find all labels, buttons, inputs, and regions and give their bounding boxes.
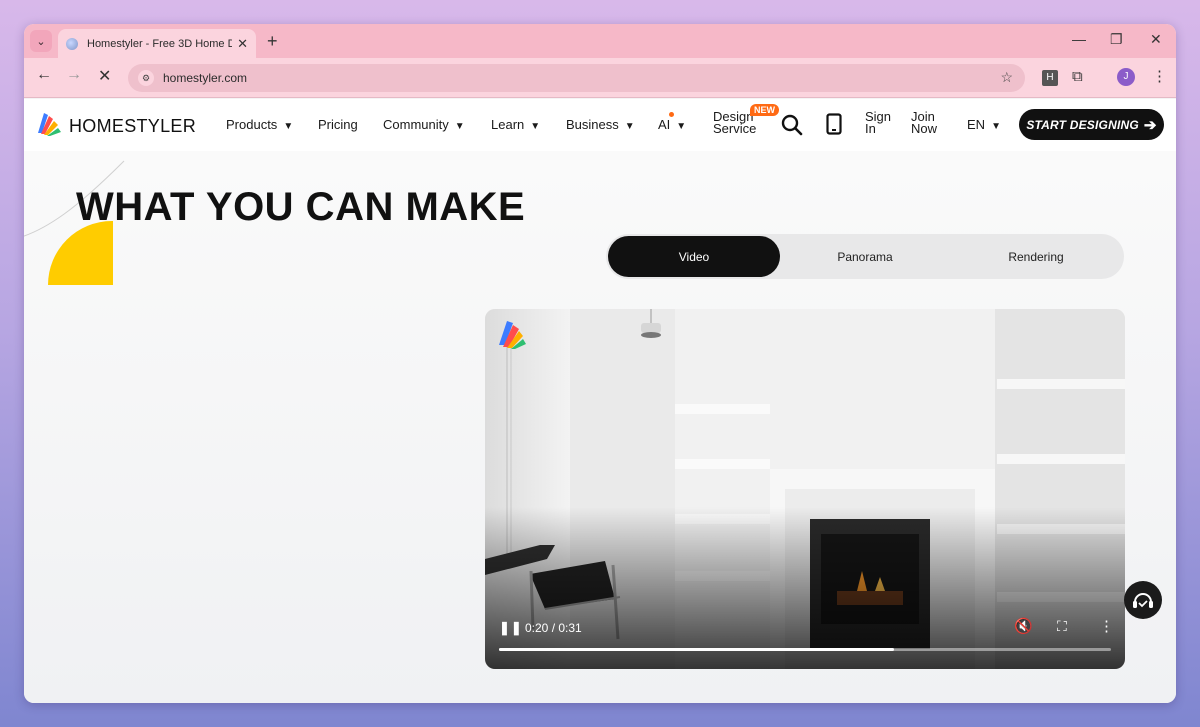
browser-toolbar: ← → ✕ ⚙ homestyler.com ☆ H ⧉ J ⋮ xyxy=(24,58,1176,98)
bookmark-star-icon[interactable]: ☆ xyxy=(1000,69,1013,86)
chevron-down-icon: ▼ xyxy=(676,121,687,132)
language-label: EN xyxy=(967,117,986,132)
nav-pricing-label: Pricing xyxy=(318,117,358,132)
nav-learn-label: Learn xyxy=(491,117,525,132)
tab-panorama[interactable]: Panorama xyxy=(779,236,951,277)
start-designing-button[interactable]: START DESIGNING ➔ xyxy=(1019,109,1164,140)
nav-design-service-line2: Service xyxy=(713,121,757,136)
restore-icon[interactable]: ❐ xyxy=(1110,31,1123,48)
nav-learn[interactable]: Learn ▼ xyxy=(491,117,540,132)
extensions-puzzle-icon[interactable]: ⧉ xyxy=(1072,68,1083,85)
nav-pricing[interactable]: Pricing xyxy=(318,117,358,132)
chevron-down-icon: ▼ xyxy=(991,121,1001,132)
homestyler-logo-icon[interactable] xyxy=(36,111,62,137)
tab-search-button[interactable]: ⌄ xyxy=(30,30,52,52)
browser-menu-icon[interactable]: ⋮ xyxy=(1152,67,1167,85)
forward-icon[interactable]: → xyxy=(66,66,82,84)
nav-business-label: Business xyxy=(566,117,619,132)
address-bar[interactable]: ⚙ homestyler.com ☆ xyxy=(128,64,1025,92)
extension-h-icon[interactable]: H xyxy=(1042,70,1058,86)
site-header: HOMESTYLER Products ▼ Pricing Community ▼ … xyxy=(24,99,1176,151)
video-player[interactable]: ❚❚ 0:20 / 0:31 🔇 ⛶ ⋮ xyxy=(485,309,1125,669)
profile-avatar[interactable]: J xyxy=(1117,68,1135,86)
browser-tab[interactable]: Homestyler - Free 3D Home De ✕ xyxy=(58,29,256,58)
chevron-down-icon: ⌄ xyxy=(36,35,46,48)
page-title: WHAT YOU CAN MAKE xyxy=(76,185,526,229)
video-time: 0:20 / 0:31 xyxy=(525,621,582,635)
window-close-icon[interactable]: ✕ xyxy=(1150,31,1162,48)
nav-products[interactable]: Products ▼ xyxy=(226,117,293,132)
pause-icon[interactable]: ❚❚ xyxy=(499,620,523,636)
tab-rendering[interactable]: Rendering xyxy=(950,236,1122,277)
video-progress-track[interactable] xyxy=(499,648,1111,651)
nav-join-now[interactable]: Join Now xyxy=(911,110,938,136)
media-type-tabs: Video Panorama Rendering xyxy=(606,234,1124,279)
stop-loading-icon[interactable]: ✕ xyxy=(98,66,111,86)
start-designing-label: START DESIGNING xyxy=(1026,117,1139,132)
close-icon[interactable]: ✕ xyxy=(237,36,248,52)
nav-ai-label: AI xyxy=(658,117,671,132)
main-content: WHAT YOU CAN MAKE Video Panorama Renderi… xyxy=(24,151,1176,703)
more-options-icon[interactable]: ⋮ xyxy=(1099,617,1114,635)
nav-sign-in[interactable]: Sign In xyxy=(865,110,891,136)
nav-join-now-line2: Now xyxy=(911,121,938,136)
chevron-down-icon: ▼ xyxy=(530,121,541,132)
video-controls: ❚❚ 0:20 / 0:31 🔇 ⛶ ⋮ xyxy=(485,609,1125,669)
headset-icon xyxy=(1133,593,1153,608)
logo-text[interactable]: HOMESTYLER xyxy=(69,116,196,137)
nav-products-label: Products xyxy=(226,117,278,132)
chevron-down-icon: ▼ xyxy=(624,121,635,132)
chevron-down-icon: ▼ xyxy=(454,121,465,132)
tab-strip: ⌄ Homestyler - Free 3D Home De ✕ + — ❐ ✕ xyxy=(24,24,1176,58)
nav-sign-in-line2: In xyxy=(865,121,876,136)
nav-community[interactable]: Community ▼ xyxy=(383,117,465,132)
site-info-icon[interactable]: ⚙ xyxy=(138,70,154,86)
support-chat-button[interactable] xyxy=(1124,581,1162,619)
search-icon[interactable] xyxy=(781,114,803,136)
url-text: homestyler.com xyxy=(163,71,248,85)
nav-business[interactable]: Business ▼ xyxy=(566,117,635,132)
browser-window: ⌄ Homestyler - Free 3D Home De ✕ + — ❐ ✕… xyxy=(24,24,1176,703)
language-selector[interactable]: EN ▼ xyxy=(967,117,1001,132)
video-progress-fill xyxy=(499,648,894,651)
tab-video[interactable]: Video xyxy=(608,236,780,277)
favicon-icon xyxy=(66,37,78,50)
mute-icon[interactable]: 🔇 xyxy=(1014,617,1033,635)
ai-new-dot xyxy=(669,112,674,117)
minimize-icon[interactable]: — xyxy=(1072,31,1086,47)
nav-ai[interactable]: AI ▼ xyxy=(658,117,686,132)
chevron-down-icon: ▼ xyxy=(283,121,294,132)
fullscreen-icon[interactable]: ⛶ xyxy=(1057,618,1067,635)
nav-community-label: Community xyxy=(383,117,449,132)
new-badge: NEW xyxy=(750,104,779,116)
arrow-right-icon: ➔ xyxy=(1143,116,1157,134)
mobile-device-icon[interactable] xyxy=(826,113,842,135)
back-icon[interactable]: ← xyxy=(36,66,52,84)
new-tab-icon[interactable]: + xyxy=(267,31,278,52)
tab-title: Homestyler - Free 3D Home De xyxy=(87,37,232,50)
